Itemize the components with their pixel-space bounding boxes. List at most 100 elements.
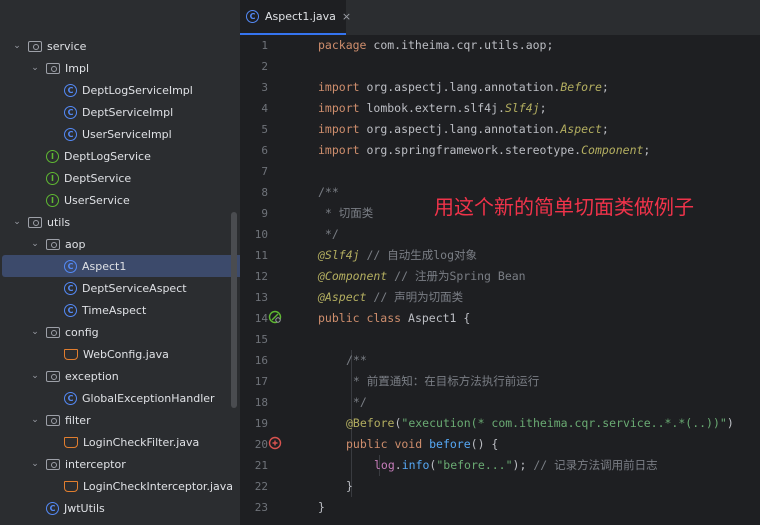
- annotation-note: 用这个新的简单切面类做例子: [434, 195, 694, 219]
- tab-label: Aspect1.java: [265, 10, 336, 23]
- tree-item-label: UserServiceImpl: [82, 127, 172, 141]
- tree-item[interactable]: ⌄CAspect1: [2, 255, 240, 277]
- tree-item-label: service: [47, 39, 87, 53]
- folder-icon: [28, 40, 42, 52]
- code-line-13: @Aspect // 声明为切面类: [318, 290, 464, 304]
- folder-icon: [46, 326, 60, 338]
- line-number: 20: [254, 438, 268, 451]
- tree-item[interactable]: ⌄ filter: [0, 409, 240, 431]
- tree-item[interactable]: ⌄LoginCheckInterceptor.java: [0, 475, 240, 497]
- tree-item[interactable]: ⌄WebConfig.java: [0, 343, 240, 365]
- tree-item[interactable]: ⌄IDeptLogService: [0, 145, 240, 167]
- class-icon: C: [64, 105, 77, 119]
- tree-item-label: DeptServiceAspect: [82, 281, 187, 295]
- code-line-19: @Before("execution(* com.itheima.cqr.ser…: [346, 416, 734, 430]
- tree-item[interactable]: ⌄CUserServiceImpl: [0, 123, 240, 145]
- folder-icon: [46, 370, 60, 382]
- tree-item[interactable]: ⌄CDeptServiceImpl: [0, 101, 240, 123]
- tree-item[interactable]: ⌄CGlobalExceptionHandler: [0, 387, 240, 409]
- line-number: 3: [261, 81, 268, 94]
- tree-item[interactable]: ⌄CTimeAspect: [0, 299, 240, 321]
- tree-item[interactable]: ⌄IDeptService: [0, 167, 240, 189]
- line-number: 5: [261, 123, 268, 136]
- tree-item[interactable]: ⌄ interceptor: [0, 453, 240, 475]
- tree-item-label: Aspect1: [82, 259, 127, 273]
- line-number: 18: [254, 396, 268, 409]
- tree-item[interactable]: ⌄ exception: [0, 365, 240, 387]
- code-line-22: }: [346, 479, 353, 493]
- java-file-icon: [64, 436, 78, 448]
- line-number: 23: [254, 501, 268, 514]
- tree-item-label: LoginCheckInterceptor.java: [83, 479, 233, 493]
- code-line-3: import org.aspectj.lang.annotation.Befor…: [318, 80, 609, 94]
- java-file-icon: [64, 348, 78, 360]
- tree-item[interactable]: ⌄ aop: [0, 233, 240, 255]
- line-number: 6: [261, 144, 268, 157]
- code-line-16: /**: [346, 353, 367, 367]
- tree-item[interactable]: ⌄ config: [0, 321, 240, 343]
- interface-icon: I: [46, 193, 59, 207]
- chevron-down-icon[interactable]: ⌄: [30, 239, 40, 249]
- line-number: 19: [254, 417, 268, 430]
- code-line-20: public void before() {: [346, 437, 499, 451]
- folder-icon: [46, 238, 60, 250]
- java-file-icon: [64, 480, 78, 492]
- tree-item-label: UserService: [64, 193, 130, 207]
- tree-item-label: DeptServiceImpl: [82, 105, 174, 119]
- bean-implement-icon[interactable]: [268, 310, 282, 324]
- line-number: 10: [254, 228, 268, 241]
- tree-item-label: interceptor: [65, 457, 126, 471]
- line-number: 17: [254, 375, 268, 388]
- tree-item-label: JwtUtils: [64, 501, 105, 515]
- code-line-1: package com.itheima.cqr.utils.aop;: [318, 38, 554, 52]
- tree-item[interactable]: ⌄IUserService: [0, 189, 240, 211]
- chevron-down-icon[interactable]: ⌄: [30, 459, 40, 469]
- class-icon: C: [64, 127, 77, 141]
- line-number: 4: [261, 102, 268, 115]
- line-number: 2: [261, 60, 268, 73]
- close-icon[interactable]: ×: [342, 10, 351, 23]
- line-number: 8: [261, 186, 268, 199]
- line-number: 9: [261, 207, 268, 220]
- tree-item[interactable]: ⌄CDeptLogServiceImpl: [0, 79, 240, 101]
- tree-item[interactable]: ⌄CDeptServiceAspect: [0, 277, 240, 299]
- class-icon: C: [64, 281, 77, 295]
- chevron-down-icon[interactable]: ⌄: [30, 327, 40, 337]
- class-icon: C: [246, 10, 259, 23]
- chevron-down-icon[interactable]: ⌄: [30, 63, 40, 73]
- aop-advice-icon[interactable]: [268, 436, 282, 450]
- line-number: 21: [254, 459, 268, 472]
- line-number: 16: [254, 354, 268, 367]
- line-number: 13: [254, 291, 268, 304]
- folder-icon: [46, 458, 60, 470]
- sidebar-scrollbar[interactable]: [231, 212, 237, 408]
- tree-item[interactable]: ⌄ utils: [0, 211, 240, 233]
- interface-icon: I: [46, 149, 59, 163]
- tree-item[interactable]: ⌄ Impl: [0, 57, 240, 79]
- code-line-5: import org.aspectj.lang.annotation.Aspec…: [318, 122, 609, 136]
- code-line-9: * 切面类: [318, 206, 374, 220]
- line-number: 7: [261, 165, 268, 178]
- code-line-23: }: [318, 500, 325, 514]
- chevron-down-icon[interactable]: ⌄: [30, 371, 40, 381]
- chevron-down-icon[interactable]: ⌄: [12, 217, 22, 227]
- tab-aspect1[interactable]: C Aspect1.java ×: [240, 0, 351, 35]
- line-number: 11: [254, 249, 268, 262]
- class-icon: C: [46, 501, 59, 515]
- project-sidebar: ⌄ service ⌄ Impl ⌄ C DeptLogServiceImpl ⌄ C DeptS…: [0, 0, 240, 525]
- chevron-down-icon[interactable]: ⌄: [12, 41, 22, 51]
- code-line-4: import lombok.extern.slf4j.Slf4j;: [318, 101, 547, 115]
- code-editor[interactable]: 1 2 3 4 5 6 7 8 9 10 11 12 13 14 15 16 17 18 19 20 21 22 23 pa…: [240, 35, 760, 525]
- tree-item[interactable]: ⌄LoginCheckFilter.java: [0, 431, 240, 453]
- tree-item-label: Impl: [65, 61, 89, 75]
- line-number: 1: [261, 39, 268, 52]
- folder-icon: [28, 216, 42, 228]
- tree-item-label: GlobalExceptionHandler: [82, 391, 215, 405]
- code-line-10: */: [318, 227, 339, 241]
- class-icon: C: [64, 391, 77, 405]
- tree-item[interactable]: ⌄CJwtUtils: [0, 497, 240, 519]
- tree-item[interactable]: ⌄ service: [0, 35, 240, 57]
- class-icon: C: [64, 83, 77, 97]
- tree-item-label: LoginCheckFilter.java: [83, 435, 200, 449]
- chevron-down-icon[interactable]: ⌄: [30, 415, 40, 425]
